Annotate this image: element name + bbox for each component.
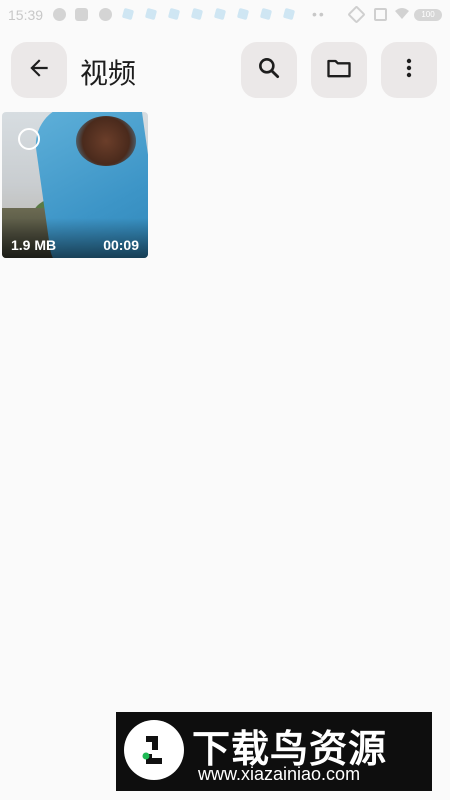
- status-time: 15:39: [8, 7, 44, 23]
- sync-icon: [99, 8, 112, 21]
- app-notification-icon: [167, 7, 181, 21]
- watermark-banner: 下载鸟资源 www.xiazainiao.com: [116, 712, 432, 791]
- battery-indicator: 100: [414, 9, 442, 21]
- watermark-logo: [124, 720, 184, 780]
- app-notification-icon: [144, 7, 158, 21]
- back-arrow-icon: [26, 55, 52, 86]
- wifi-icon: [394, 6, 410, 23]
- app-notification-icon: [236, 7, 250, 21]
- alarm-icon: [347, 5, 366, 24]
- video-duration: 00:09: [103, 237, 139, 253]
- more-notifications: ••: [312, 6, 326, 22]
- select-checkbox[interactable]: [18, 128, 40, 150]
- back-button[interactable]: [11, 42, 67, 98]
- video-size: 1.9 MB: [11, 237, 57, 253]
- watermark-url: www.xiazainiao.com: [198, 764, 361, 784]
- folder-icon: [325, 54, 353, 87]
- search-icon: [256, 55, 282, 86]
- app-notification-icon: [121, 7, 135, 21]
- game-icon: [75, 8, 88, 21]
- more-options-button[interactable]: [381, 42, 437, 98]
- page-title: 视频: [80, 58, 137, 89]
- video-thumbnail[interactable]: 1.9 MB 00:09: [2, 112, 148, 258]
- thumbnail-image: [76, 116, 136, 166]
- app-notification-icon: [190, 7, 204, 21]
- search-button[interactable]: [241, 42, 297, 98]
- status-bar: 15:39 •• 100: [0, 0, 450, 30]
- more-vert-icon: [397, 56, 421, 85]
- app-notification-icon: [213, 7, 227, 21]
- app-notification-icon: [259, 7, 273, 21]
- sim-icon: [374, 8, 387, 21]
- folder-button[interactable]: [311, 42, 367, 98]
- notification-icon: [53, 8, 66, 21]
- app-notification-icon: [282, 7, 296, 21]
